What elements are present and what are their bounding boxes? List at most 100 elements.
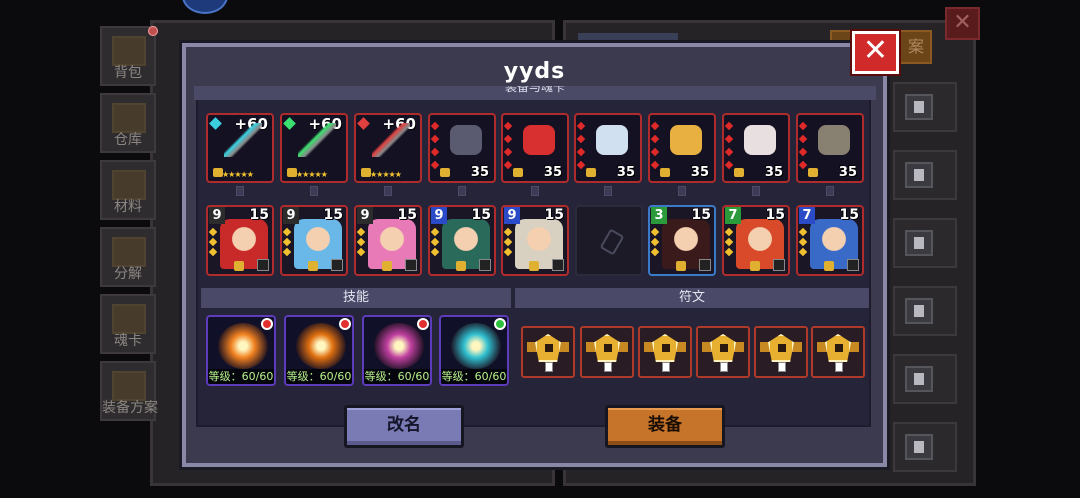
element-badge: [847, 259, 859, 271]
weapon-slot[interactable]: +60★★★★★: [280, 113, 348, 183]
side-tab-decompose[interactable]: 分解: [100, 227, 156, 287]
armor-icon: [523, 125, 555, 155]
armor-slot[interactable]: 35: [501, 113, 569, 183]
rune-slot[interactable]: [811, 326, 865, 378]
soul-card[interactable]: 9 15: [428, 205, 496, 276]
element-badge: [405, 259, 417, 271]
rune-slot[interactable]: [696, 326, 750, 378]
soul-card[interactable]: 7 15: [796, 205, 864, 276]
side-tab-backpack[interactable]: 背包: [100, 26, 156, 86]
side-tab-equipment-scheme[interactable]: 装备方案: [100, 361, 158, 421]
item-level: 35: [764, 165, 783, 180]
weapon-slot[interactable]: +60★★★★★: [206, 113, 274, 183]
skill-slot[interactable]: 等级：60/60: [439, 315, 509, 386]
skill-slot[interactable]: 等级：60/60: [284, 315, 354, 386]
armor-slot[interactable]: 35: [574, 113, 642, 183]
socket-dot: [724, 121, 734, 131]
socket-indicator: [236, 186, 244, 196]
gem-icon: [283, 117, 296, 130]
armor-icon: [744, 125, 776, 155]
card-pips: [430, 227, 440, 259]
rune-slot[interactable]: [638, 326, 692, 378]
close-button[interactable]: ✕: [852, 31, 899, 74]
card-pip: [798, 247, 808, 257]
armor-slot[interactable]: 35: [796, 113, 864, 183]
dialog-title: yyds: [503, 59, 566, 84]
armor-slot[interactable]: 35: [648, 113, 716, 183]
card-pip: [724, 247, 734, 257]
card-pips: [724, 227, 734, 259]
soul-card[interactable]: 9 15: [354, 205, 422, 276]
side-tab-materials[interactable]: 材料: [100, 160, 156, 220]
lock-icon: [513, 168, 523, 177]
card-pips: [208, 227, 218, 259]
card-pip: [356, 247, 366, 257]
rune-core: [662, 344, 670, 352]
skill-element-icon: [339, 318, 351, 330]
socket-dots: [576, 121, 586, 175]
rename-button[interactable]: 改名: [344, 405, 464, 448]
notification-dot: [148, 26, 158, 36]
soul-card[interactable]: 3 15: [648, 205, 716, 276]
skill-level-label: 等级：60/60: [208, 369, 274, 384]
card-pip: [503, 247, 513, 257]
scheme-row[interactable]: [893, 354, 957, 404]
socket-dot: [724, 134, 734, 144]
equip-button[interactable]: 装备: [605, 405, 725, 448]
card-pip: [650, 247, 660, 257]
socket-dot: [798, 134, 808, 144]
card-pip: [798, 237, 808, 247]
rune-slot[interactable]: [754, 326, 808, 378]
socket-dots: [798, 121, 808, 175]
soul-card[interactable]: 9 15: [501, 205, 569, 276]
socket-dot: [724, 147, 734, 157]
rune-foot: [604, 362, 612, 372]
scheme-row[interactable]: [893, 82, 957, 132]
socket-dot: [650, 160, 660, 170]
rune-foot: [835, 362, 843, 372]
rune-slot[interactable]: [580, 326, 634, 378]
armor-icon: [596, 125, 628, 155]
skill-element-icon: [261, 318, 273, 330]
scheme-row[interactable]: [893, 422, 957, 472]
lock-icon: [382, 261, 392, 271]
soul-card[interactable]: 9 15: [206, 205, 274, 276]
soul-card[interactable]: 7 15: [722, 205, 790, 276]
socket-indicator: [531, 186, 539, 196]
scheme-row[interactable]: [893, 150, 957, 200]
card-level: 15: [471, 207, 491, 223]
top-orb-icon: [182, 0, 228, 14]
section-header-runes: 符文: [515, 288, 869, 308]
armor-icon: [818, 125, 850, 155]
card-star-count: 7: [799, 207, 815, 224]
card-star-count: 9: [209, 207, 225, 224]
skill-slot[interactable]: 等级：60/60: [362, 315, 432, 386]
armor-slot[interactable]: 35: [428, 113, 496, 183]
weapon-slot[interactable]: +60★★★★★: [354, 113, 422, 183]
empty-card-slot[interactable]: [575, 205, 643, 276]
armor-slot[interactable]: 35: [722, 113, 790, 183]
scheme-row[interactable]: [893, 286, 957, 336]
side-tab-storage[interactable]: 仓库: [100, 93, 156, 153]
rune-slot[interactable]: [521, 326, 575, 378]
side-tab-label: 材料: [114, 199, 142, 215]
socket-dot: [576, 134, 586, 144]
side-tab-soul-cards[interactable]: 魂卡: [100, 294, 156, 354]
socket-dot: [430, 121, 440, 131]
skill-slot[interactable]: 等级：60/60: [206, 315, 276, 386]
lock-icon: [824, 261, 834, 271]
socket-dot: [430, 160, 440, 170]
armor-icon: [670, 125, 702, 155]
card-pips: [356, 227, 366, 259]
scheme-row[interactable]: [893, 218, 957, 268]
star-rating: ★★★★★: [296, 170, 328, 179]
socket-dot: [576, 147, 586, 157]
card-star-count: 9: [357, 207, 373, 224]
soul-card[interactable]: 9 15: [280, 205, 348, 276]
rune-foot: [662, 362, 670, 372]
background-close-button[interactable]: ✕: [945, 7, 980, 40]
card-pip: [724, 227, 734, 237]
lock-icon: [456, 261, 466, 271]
item-level: 35: [543, 165, 562, 180]
lock-icon: [529, 261, 539, 271]
